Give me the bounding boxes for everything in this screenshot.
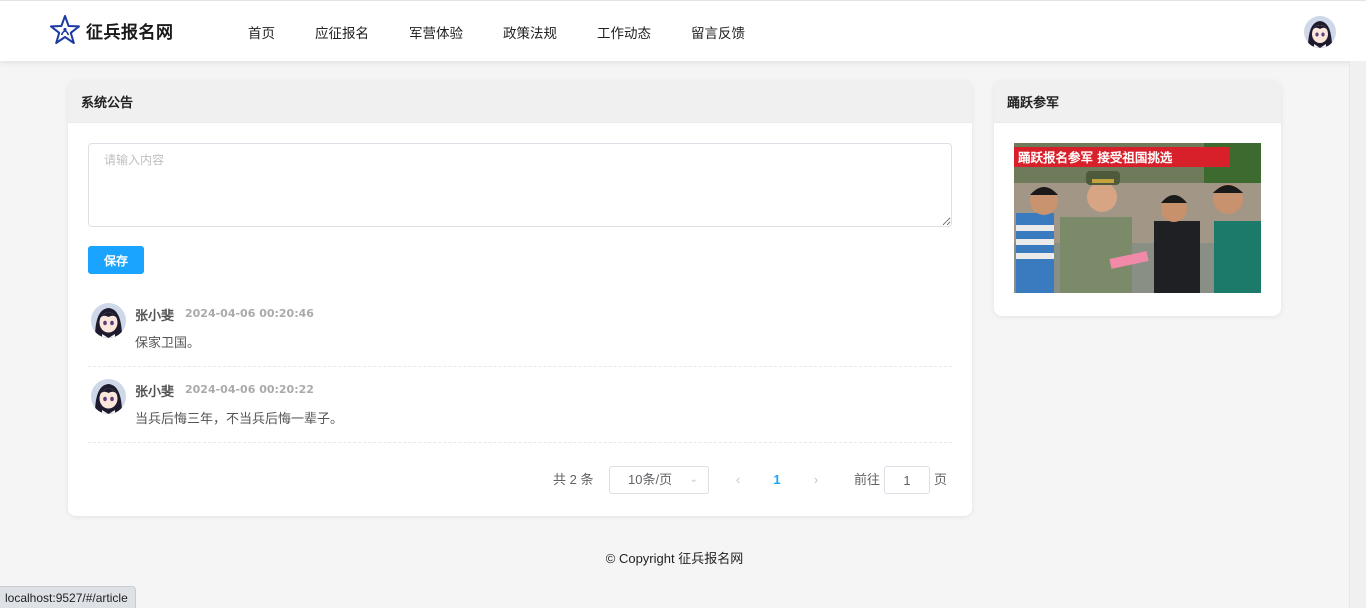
site-name: 征兵报名网: [86, 22, 174, 43]
nav-item-feedback[interactable]: 留言反馈: [671, 22, 765, 42]
page-size-value: 10条/页: [628, 472, 673, 487]
pagination: 共 2 条 10条/页 ⌄ ‹ 1 › 前往 页: [68, 466, 972, 494]
comment-author: 张小斐: [135, 385, 175, 400]
top-header: 征兵报名网 首页 应征报名 军营体验 政策法规 工作动态 留言反馈: [0, 0, 1366, 61]
nav-item-camp-experience[interactable]: 军营体验: [389, 22, 483, 42]
comment-time: 2024-04-06 00:20:22: [185, 383, 314, 396]
anime-avatar-icon: [91, 303, 126, 338]
site-logo[interactable]: 征兵报名网: [50, 14, 174, 46]
avatar: [91, 303, 126, 338]
enlist-card: 踊跃参军 踊跃报名参军 接受祖国挑选: [994, 81, 1281, 316]
comment-input[interactable]: [88, 143, 952, 227]
anime-avatar-icon: [91, 379, 126, 414]
page-suffix-label: 页: [934, 472, 948, 487]
goto-page-input[interactable]: [884, 466, 930, 494]
chevron-down-icon: ⌄: [689, 474, 698, 485]
page-size-select[interactable]: 10条/页 ⌄: [609, 466, 709, 494]
pagination-total: 共 2 条: [553, 472, 594, 487]
star-logo-icon: [50, 15, 80, 44]
comment-item: 张小斐 2024-04-06 00:20:22 当兵后悔三年，不当兵后悔一辈子。: [88, 367, 952, 443]
comment-item: 张小斐 2024-04-06 00:20:46 保家卫国。: [88, 291, 952, 367]
main-nav: 首页 应征报名 军营体验 政策法规 工作动态 留言反馈: [228, 1, 765, 62]
nav-item-news[interactable]: 工作动态: [577, 22, 671, 42]
nav-item-enlist[interactable]: 应征报名: [295, 22, 389, 42]
banner-text: 踊跃报名参军 接受祖国挑选: [1018, 150, 1173, 165]
prev-page-button[interactable]: ‹: [730, 466, 746, 494]
anime-avatar-icon: [1304, 16, 1336, 48]
comment-time: 2024-04-06 00:20:46: [185, 307, 314, 320]
user-avatar[interactable]: [1304, 16, 1336, 48]
nav-item-policy[interactable]: 政策法规: [483, 22, 577, 42]
comment-text: 保家卫国。: [135, 336, 201, 351]
notice-card-title: 系统公告: [68, 81, 972, 123]
save-button[interactable]: 保存: [88, 246, 144, 274]
enlist-card-title: 踊跃参军: [994, 81, 1281, 123]
comment-author: 张小斐: [135, 309, 175, 324]
avatar: [91, 379, 126, 414]
notice-card: 系统公告 保存 张小斐 2024-04-06 00:20:46 保家卫国。: [68, 81, 972, 516]
nav-item-home[interactable]: 首页: [228, 22, 295, 42]
page-scrollbar[interactable]: [1349, 61, 1366, 608]
page-number-current[interactable]: 1: [770, 466, 784, 494]
goto-label: 前往: [854, 472, 881, 487]
comment-text: 当兵后悔三年，不当兵后悔一辈子。: [135, 412, 344, 427]
next-page-button[interactable]: ›: [808, 466, 824, 494]
footer-copyright: © Copyright 征兵报名网: [605, 551, 744, 566]
enlist-photo[interactable]: 踊跃报名参军 接受祖国挑选: [1014, 143, 1261, 293]
status-bar-url: localhost:9527/#/article: [0, 586, 136, 608]
